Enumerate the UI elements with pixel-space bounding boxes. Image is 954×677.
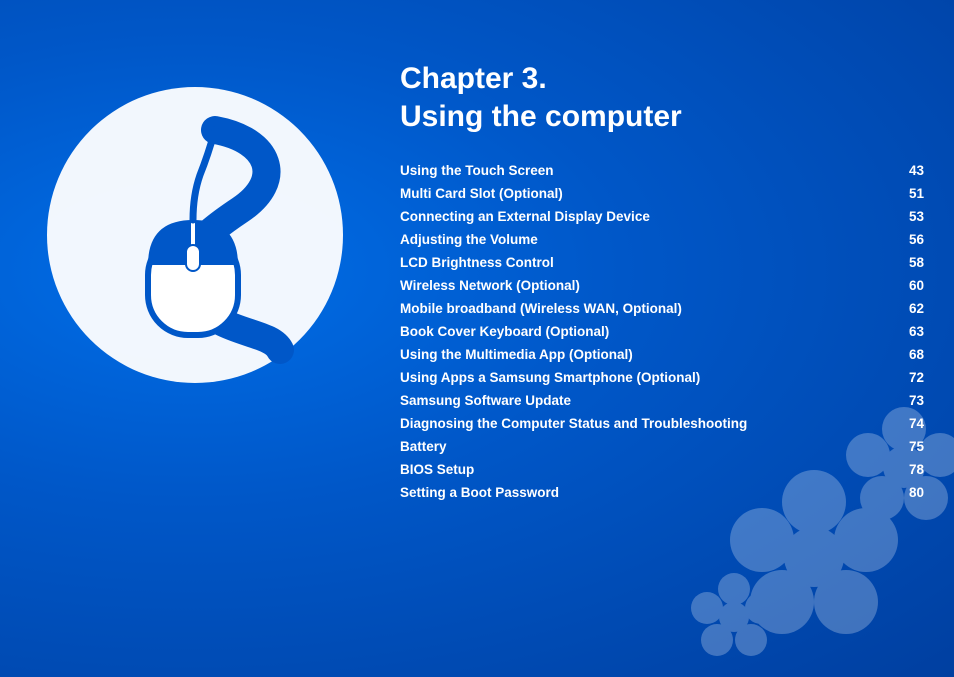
toc-entry-label: Connecting an External Display Device	[400, 205, 884, 228]
toc-page-number: 80	[884, 481, 924, 504]
mouse-icon	[40, 80, 350, 390]
toc-page-number: 75	[884, 435, 924, 458]
toc-row: Book Cover Keyboard (Optional)63	[400, 320, 924, 343]
toc-entry-label: Diagnosing the Computer Status and Troub…	[400, 412, 884, 435]
toc-page-number: 62	[884, 297, 924, 320]
toc-row: Using the Touch Screen43	[400, 159, 924, 182]
toc-entry-label: Multi Card Slot (Optional)	[400, 182, 884, 205]
toc-entry-label: Setting a Boot Password	[400, 481, 884, 504]
main-content: Chapter 3. Using the computer Using the …	[400, 60, 924, 657]
toc-row: Wireless Network (Optional)60	[400, 274, 924, 297]
toc-entry-label: Mobile broadband (Wireless WAN, Optional…	[400, 297, 884, 320]
chapter-title: Chapter 3. Using the computer	[400, 60, 924, 135]
toc-entry-label: Using the Touch Screen	[400, 159, 884, 182]
toc-row: Setting a Boot Password80	[400, 481, 924, 504]
toc-row: Samsung Software Update73	[400, 389, 924, 412]
toc-page-number: 78	[884, 458, 924, 481]
toc-entry-label: Using Apps a Samsung Smartphone (Optiona…	[400, 366, 884, 389]
toc-row: Mobile broadband (Wireless WAN, Optional…	[400, 297, 924, 320]
toc-entry-label: Adjusting the Volume	[400, 228, 884, 251]
toc-page-number: 56	[884, 228, 924, 251]
toc-entry-label: LCD Brightness Control	[400, 251, 884, 274]
toc-page-number: 43	[884, 159, 924, 182]
toc-row: Using Apps a Samsung Smartphone (Optiona…	[400, 366, 924, 389]
toc-row: Battery75	[400, 435, 924, 458]
toc-page-number: 72	[884, 366, 924, 389]
toc-page-number: 68	[884, 343, 924, 366]
toc-page-number: 51	[884, 182, 924, 205]
toc-page-number: 74	[884, 412, 924, 435]
toc-row: Using the Multimedia App (Optional)68	[400, 343, 924, 366]
toc-page-number: 63	[884, 320, 924, 343]
toc-page-number: 58	[884, 251, 924, 274]
toc-row: LCD Brightness Control58	[400, 251, 924, 274]
toc-entry-label: Battery	[400, 435, 884, 458]
toc-row: Connecting an External Display Device53	[400, 205, 924, 228]
toc-page-number: 53	[884, 205, 924, 228]
toc-page-number: 60	[884, 274, 924, 297]
toc-entry-label: Book Cover Keyboard (Optional)	[400, 320, 884, 343]
toc-row: Diagnosing the Computer Status and Troub…	[400, 412, 924, 435]
toc-entry-label: BIOS Setup	[400, 458, 884, 481]
toc-page-number: 73	[884, 389, 924, 412]
toc-entry-label: Samsung Software Update	[400, 389, 884, 412]
toc-row: BIOS Setup78	[400, 458, 924, 481]
toc-entry-label: Using the Multimedia App (Optional)	[400, 343, 884, 366]
toc-table: Using the Touch Screen43Multi Card Slot …	[400, 159, 924, 504]
toc-row: Multi Card Slot (Optional)51	[400, 182, 924, 205]
toc-row: Adjusting the Volume56	[400, 228, 924, 251]
toc-entry-label: Wireless Network (Optional)	[400, 274, 884, 297]
